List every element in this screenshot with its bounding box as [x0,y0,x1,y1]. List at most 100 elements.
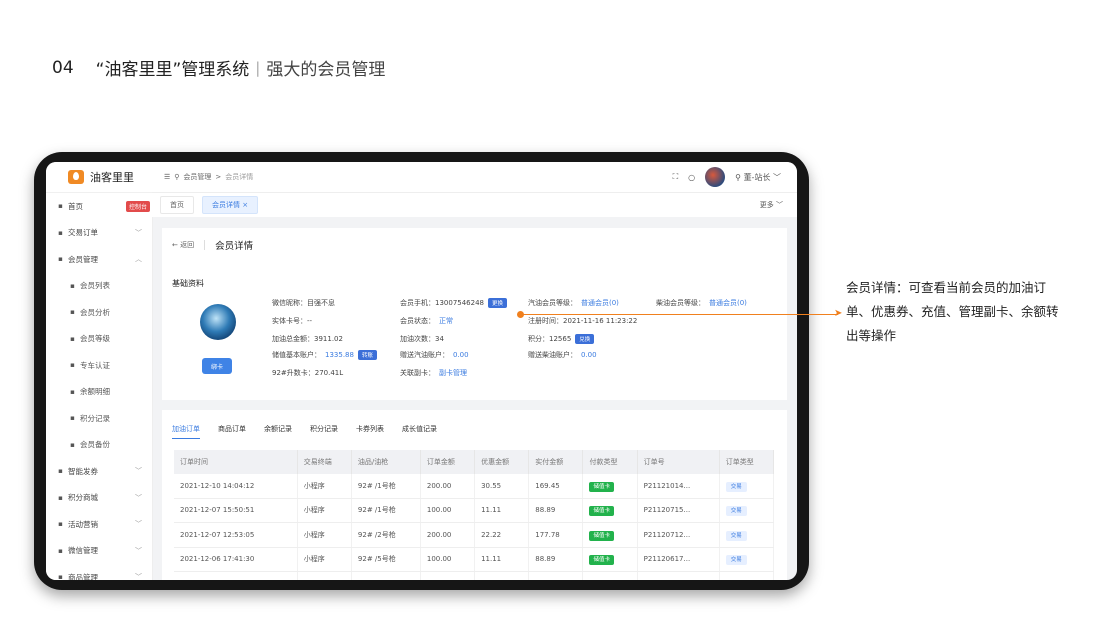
annotation-text: 会员详情：可查看当前会员的加油订单、优惠券、充值、管理副卡、余额转出等操作 [846,280,1059,343]
sidebar-item-label: 会员备份 [80,440,110,450]
avatar[interactable] [705,167,726,187]
manage-sub-card-link[interactable]: 副卡管理 [439,368,467,378]
diesel-level-field: 柴油会员等级： 普通会员(0) [656,298,747,308]
arrow-left-icon: ← [172,241,181,249]
app-screen: 油客里里 ▪ 首页 控制台 ▪ 交易订单 ﹀ ▪ 会员管理 ︿ ▪ 会员列表 ▪ 会员分析 ▪ 会员等级 ▪ 专… [46,162,797,580]
menu-fold-icon[interactable]: ☰ [164,173,170,181]
breadcrumb-parent[interactable]: 会员管理 [183,172,211,182]
table-cell: P21120616... [637,571,720,580]
table-cell: 22.22 [474,522,530,548]
table-cell: 小程序 [297,498,352,523]
record-tab[interactable]: 卡券列表 [356,424,384,439]
logo[interactable]: 油客里里 [46,162,152,193]
close-icon[interactable]: × [242,201,248,209]
console-badge[interactable]: 控制台 [126,200,151,212]
sidebar-item-label: 会员等级 [80,334,110,344]
divider [204,240,206,250]
level-icon: ▪ [70,334,75,343]
record-tabs: 加油订单 商品订单 余额记录 积分记录 卡券列表 成长值记录 [172,424,437,439]
change-phone-button[interactable]: 更换 [488,298,508,308]
page-title: 会员详情 [215,241,254,252]
orders-table: 订单时间 交易终端 油品/油枪 订单金额 优惠金额 实付金额 付款类型 订单号 订单类型 202… [174,450,775,580]
table-cell: 交易 [719,522,775,548]
tab-member-detail[interactable]: 会员详情 × [202,196,259,214]
sidebar-item[interactable]: ▪ 会员管理 ︿ [46,246,152,273]
tab-home[interactable]: 首页 [160,196,194,214]
table-row[interactable]: 2021-12-06 16:21:43小程序92# /1号枪200.0032.2… [174,571,775,580]
redeem-points-button[interactable]: 兑换 [575,334,595,344]
table-row[interactable]: 2021-12-10 14:04:12 小程序 92# /1号枪 200.00 30.5… [174,474,775,499]
user-name: 董-站长 [743,172,771,182]
table-cell: 200.00 [420,571,476,580]
total-amount-field: 加油总金额：3911.02 [272,335,343,343]
gift-gas-value[interactable]: 0.00 [453,351,469,359]
table-row[interactable]: 2021-12-07 15:50:51 小程序 92# /1号枪 100.00 11.1… [174,498,775,523]
chevron-icon: ﹀ [135,467,142,476]
more-tabs-button[interactable]: 更多 ﹀ [760,200,783,210]
stored-account-field: 储值基本账户： 1335.88 转账 [272,350,377,360]
points-icon: ▪ [70,414,75,423]
heading-separator: | [255,58,261,77]
sidebar: 油客里里 ▪ 首页 控制台 ▪ 交易订单 ﹀ ▪ 会员管理 ︿ ▪ 会员列表 ▪ 会员分析 ▪ 会员等级 ▪ 专… [46,162,153,580]
chevron-icon: ﹀ [135,228,142,237]
logo-text: 油客里里 [90,171,134,184]
table-row[interactable]: 2021-12-07 12:53:05 小程序 92# /2号枪 200.00 22.2… [174,522,775,548]
diesel-level-value[interactable]: 普通会员(0) [709,298,747,308]
refuel-count-field: 加油次数：34 [400,335,444,343]
sidebar-item[interactable]: ▪ 余额明细 [46,379,152,406]
sidebar-item[interactable]: ▪ 积分商城 ﹀ [46,485,152,512]
sidebar-item[interactable]: ▪ 微信管理 ﹀ [46,538,152,565]
record-tab[interactable]: 商品订单 [218,424,246,439]
sidebar-item[interactable]: ▪ 智能发券 ﹀ [46,458,152,485]
table-cell: P21120712... [637,522,720,548]
sidebar-item[interactable]: ▪ 会员分析 [46,299,152,326]
phone-field: 会员手机：13007546248 更换 [400,298,508,308]
refresh-icon[interactable]: ○ [688,173,695,182]
member-avatar [200,304,236,340]
sidebar-item[interactable]: ▪ 会员等级 [46,326,152,353]
user-icon: ▪ [58,255,63,264]
sidebar-item[interactable]: ▪ 积分记录 [46,405,152,432]
sidebar-item[interactable]: ▪ 会员备份 [46,432,152,459]
record-tab[interactable]: 加油订单 [172,424,200,439]
table-cell: 92# /1号枪 [351,474,421,499]
column-header: 订单类型 [719,450,775,474]
status-label: 会员状态： [400,317,435,325]
heading-subtitle: 强大的会员管理 [266,60,386,80]
record-tab[interactable]: 余额记录 [264,424,292,439]
gift-diesel-value[interactable]: 0.00 [581,351,597,359]
sidebar-item[interactable]: ▪ 商品管理 ﹀ [46,564,152,580]
table-cell: 交易 [719,547,775,572]
sidebar-item[interactable]: ▪ 首页 控制台 [46,193,152,220]
back-button[interactable]: ← 返回 [172,240,194,250]
transfer-button[interactable]: 转账 [357,350,377,360]
order-type-badge: 交易 [725,481,747,492]
sidebar-item[interactable]: ▪ 活动营销 ﹀ [46,511,152,538]
chevron-icon: ﹀ [135,573,142,580]
sidebar-item-label: 会员列表 [80,281,110,291]
record-tab[interactable]: 成长值记录 [402,424,437,439]
stored-account-value[interactable]: 1335.88 [325,351,354,359]
wechat-icon: ▪ [58,546,63,555]
table-cell: 167.78 [528,571,584,580]
user-menu[interactable]: ⚲ 董-站长 ﹀ [735,172,781,183]
table-cell: 2021-12-06 17:41:30 [174,547,298,572]
breadcrumb-current: 会员详情 [225,173,254,181]
record-tab[interactable]: 积分记录 [310,424,338,439]
list-icon: ▪ [58,228,63,237]
table-row[interactable]: 2021-12-06 17:41:30 小程序 92# /5号枪 100.00 11.1… [174,547,775,572]
column-header: 优惠金额 [474,450,530,474]
sidebar-item[interactable]: ▪ 会员列表 [46,273,152,300]
phone-label: 会员手机：13007546248 [400,299,484,307]
sidebar-item[interactable]: ▪ 专车认证 [46,352,152,379]
bind-card-button[interactable]: 绑卡 [202,358,232,374]
sidebar-item-label: 余额明细 [80,387,110,397]
table-cell: 小程序 [297,522,352,548]
table-cell: 2021-12-07 15:50:51 [174,498,298,523]
fullscreen-icon[interactable]: ⛶ [673,172,679,182]
nickname-field: 微信昵称：目强不息 [272,299,335,307]
table-cell: 储值卡 [582,474,638,499]
sidebar-item-label: 交易订单 [68,228,98,238]
gas-level-value[interactable]: 普通会员(0) [581,298,619,308]
sidebar-item[interactable]: ▪ 交易订单 ﹀ [46,220,152,247]
